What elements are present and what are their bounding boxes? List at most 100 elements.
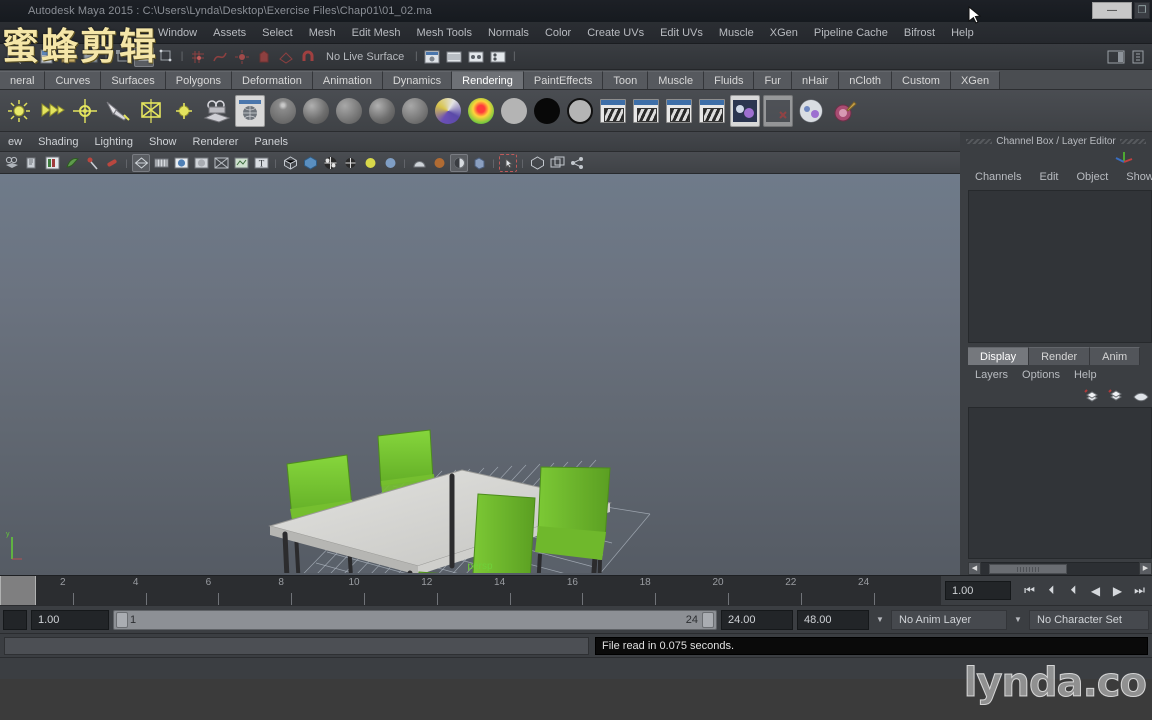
menu-mesh[interactable]: Mesh — [301, 22, 344, 44]
menu-normals[interactable]: Normals — [480, 22, 537, 44]
current-frame-field[interactable]: 1.00 — [945, 581, 1011, 600]
anim-layer-dropdown-icon[interactable]: ▼ — [873, 610, 887, 630]
layer-tab-anim[interactable]: Anim — [1090, 346, 1141, 365]
layer-list[interactable] — [968, 406, 1152, 559]
layered-shader-icon[interactable] — [433, 95, 463, 127]
animation-end-field[interactable]: 48.00 — [797, 609, 869, 630]
gate-mask-icon[interactable] — [192, 154, 210, 172]
shelf-tab-deformation[interactable]: Deformation — [232, 71, 313, 89]
range-grip-left[interactable] — [3, 609, 27, 630]
spot-light-icon[interactable] — [103, 95, 133, 127]
shelf-tab-polygons[interactable]: Polygons — [165, 71, 232, 89]
batch-render-icon[interactable] — [664, 95, 694, 127]
new-layer-icon[interactable] — [1084, 388, 1102, 404]
hypershade-icon[interactable] — [730, 94, 760, 127]
wireframe-shaded-icon[interactable] — [281, 154, 299, 172]
play-forwards-button[interactable]: ▶ — [1109, 582, 1126, 600]
shelf-tab-nhair[interactable]: nHair — [791, 71, 840, 89]
render-current-frame-icon[interactable] — [598, 95, 628, 127]
shelf-tab-custom[interactable]: Custom — [892, 71, 951, 89]
film-gate-icon[interactable] — [152, 154, 170, 172]
anisotropic-material-icon[interactable] — [400, 95, 430, 127]
blinn-material-icon[interactable] — [268, 95, 298, 127]
scroll-thumb[interactable] — [989, 563, 1067, 574]
shelf-tab-dynamics[interactable]: Dynamics — [382, 71, 453, 89]
anim-layer-field[interactable]: No Anim Layer — [891, 609, 1007, 630]
save-scene-icon[interactable] — [80, 47, 100, 67]
xray-mode-icon[interactable] — [528, 154, 546, 172]
playback-end-field[interactable]: 24.00 — [721, 609, 793, 630]
menu-edit-uvs[interactable]: Edit UVs — [652, 22, 711, 44]
two-sided-lighting-icon[interactable] — [103, 154, 121, 172]
phonge-material-icon[interactable] — [367, 95, 397, 127]
ramp-shader-icon[interactable] — [466, 95, 496, 127]
layer-menu-help[interactable]: Help — [1067, 365, 1104, 385]
panel-share-icon[interactable] — [568, 154, 586, 172]
shelf-tab-painteffects[interactable]: PaintEffects — [523, 71, 604, 89]
window-controls[interactable]: — ❐ — [1092, 2, 1150, 19]
shelf-tab-surfaces[interactable]: Surfaces — [101, 71, 166, 89]
maximize-button[interactable]: ❐ — [1134, 2, 1150, 19]
panel-menu-show[interactable]: Show — [141, 132, 185, 152]
camera-attributes-icon[interactable] — [43, 154, 61, 172]
render-layer-icon[interactable] — [796, 95, 826, 127]
menu-select[interactable]: Select — [254, 22, 301, 44]
motion-blur-icon[interactable] — [430, 154, 448, 172]
selection-mode-menu-icon[interactable] — [4, 47, 24, 67]
isolate-select-icon[interactable] — [499, 153, 517, 172]
time-slider-playhead[interactable] — [0, 576, 36, 605]
range-handle-end[interactable] — [702, 611, 714, 628]
snap-to-projected-center-icon[interactable] — [254, 47, 274, 67]
menu-mesh-tools[interactable]: Mesh Tools — [409, 22, 480, 44]
range-handle-start[interactable] — [116, 611, 128, 628]
show-hide-attribute-editor-icon[interactable] — [1128, 47, 1148, 67]
ipr-render-icon[interactable] — [631, 95, 661, 127]
layer-scrollbar[interactable]: ◀ ▶ — [968, 561, 1152, 575]
layer-menu-options[interactable]: Options — [1015, 365, 1067, 385]
character-set-dropdown-icon[interactable]: ▼ — [1011, 610, 1025, 630]
go-to-start-button[interactable]: ⏮ — [1021, 582, 1038, 600]
render-settings-icon[interactable] — [697, 95, 727, 127]
layer-tab-render[interactable]: Render — [1029, 346, 1091, 365]
select-camera-icon[interactable] — [3, 154, 21, 172]
panel-menu-renderer[interactable]: Renderer — [185, 132, 247, 152]
play-backwards-button[interactable]: ◀ — [1087, 582, 1104, 600]
render-settings-icon[interactable] — [488, 47, 508, 67]
menu-color[interactable]: Color — [537, 22, 579, 44]
layer-tab-display[interactable]: Display — [968, 346, 1030, 365]
shelf-tab-ncloth[interactable]: nCloth — [839, 71, 893, 89]
panel-menu-panels[interactable]: Panels — [246, 132, 296, 152]
channelbox-menu-edit[interactable]: Edit — [1030, 166, 1067, 188]
time-slider-track[interactable]: 2 4 6 8 10 12 14 16 18 20 22 24 — [0, 576, 941, 605]
render-view-icon[interactable] — [235, 94, 265, 127]
shelf-tab-neral[interactable]: neral — [0, 71, 46, 89]
panel-menu-shading[interactable]: Shading — [30, 132, 86, 152]
character-set-field[interactable]: No Character Set — [1029, 609, 1149, 630]
paint-vertex-color-icon[interactable] — [829, 95, 859, 127]
resolution-gate-icon[interactable] — [172, 154, 190, 172]
directional-light-icon[interactable] — [37, 95, 67, 127]
screen-space-ao-icon[interactable] — [410, 154, 428, 172]
panel-grip-right[interactable] — [1120, 139, 1146, 144]
perspective-viewport[interactable]: y persp — [0, 174, 960, 575]
layer-options-icon[interactable] — [1132, 388, 1150, 404]
scroll-right-arrow[interactable]: ▶ — [1139, 561, 1152, 575]
ipr-render-icon[interactable] — [466, 47, 486, 67]
menu-pipeline-cache[interactable]: Pipeline Cache — [806, 22, 896, 44]
minimize-button[interactable]: — — [1092, 2, 1132, 19]
render-current-frame-icon[interactable] — [444, 47, 464, 67]
xray-toggle-icon[interactable] — [212, 154, 230, 172]
channelbox-menu-show[interactable]: Show — [1117, 166, 1152, 188]
step-forward-frame-button[interactable]: ⏭ — [1131, 582, 1148, 600]
create-camera-icon[interactable] — [202, 95, 232, 127]
scroll-left-arrow[interactable]: ◀ — [968, 561, 981, 575]
multisample-aa-icon[interactable] — [450, 153, 468, 172]
menu-xgen[interactable]: XGen — [762, 22, 806, 44]
command-input[interactable] — [4, 636, 589, 655]
channel-box-content[interactable] — [968, 190, 1152, 343]
lambert-material-icon[interactable] — [301, 95, 331, 127]
select-by-component-icon[interactable] — [156, 47, 176, 67]
smooth-shade-all-icon[interactable] — [301, 154, 319, 172]
magnet-live-icon[interactable] — [298, 47, 318, 67]
shadows-icon[interactable] — [381, 154, 399, 172]
